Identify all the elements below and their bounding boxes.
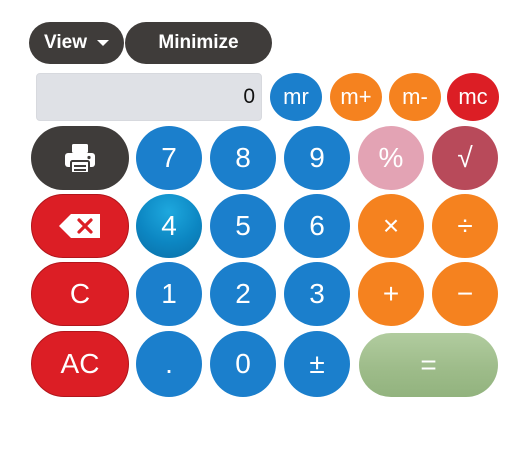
memory-add-label: m+ (340, 84, 372, 109)
backspace-icon (59, 214, 100, 238)
divide-label: ÷ (457, 210, 473, 241)
display-value: 0 (243, 85, 255, 108)
multiply-label: × (382, 210, 400, 241)
subtract-button[interactable]: − (432, 262, 498, 326)
digit-6-label: 6 (309, 210, 325, 241)
all-clear-button[interactable]: AC (31, 331, 129, 397)
multiply-button[interactable]: × (358, 194, 424, 258)
add-label: + (382, 278, 400, 309)
digit-9-label: 9 (309, 142, 325, 173)
memory-recall-label: mr (283, 84, 309, 109)
digit-3-button[interactable]: 3 (284, 262, 350, 326)
decimal-button[interactable]: . (136, 331, 202, 397)
clear-label: C (69, 278, 91, 309)
memory-subtract-button[interactable]: m- (389, 73, 441, 121)
calculator-display: 0 (36, 73, 262, 121)
decimal-label: . (165, 348, 173, 379)
digit-0-button[interactable]: 0 (210, 331, 276, 397)
digit-9-button[interactable]: 9 (284, 126, 350, 190)
equals-label: = (420, 349, 437, 380)
digit-5-button[interactable]: 5 (210, 194, 276, 258)
view-dropdown-button[interactable]: View (29, 22, 124, 64)
minimize-button-label: Minimize (158, 32, 239, 53)
memory-subtract-label: m- (402, 84, 428, 109)
printer-icon (65, 144, 95, 174)
digit-0-label: 0 (235, 348, 251, 379)
clear-button[interactable]: C (31, 262, 129, 326)
all-clear-label: AC (60, 348, 100, 379)
square-root-button[interactable]: √ (432, 126, 498, 190)
equals-button[interactable]: = (359, 333, 498, 397)
view-button-label: View (44, 32, 87, 53)
percent-button[interactable]: % (358, 126, 424, 190)
minimize-button[interactable]: Minimize (125, 22, 272, 64)
print-button[interactable] (31, 126, 129, 190)
subtract-label: − (456, 278, 474, 309)
memory-clear-label: mc (458, 84, 488, 109)
digit-8-label: 8 (235, 142, 251, 173)
percent-label: % (378, 142, 404, 173)
square-root-label: √ (457, 142, 473, 173)
plus-minus-label: ± (309, 348, 325, 379)
digit-5-label: 5 (235, 210, 251, 241)
digit-2-label: 2 (235, 278, 251, 309)
caret-down-icon (96, 40, 109, 46)
digit-7-button[interactable]: 7 (136, 126, 202, 190)
digit-3-label: 3 (309, 278, 325, 309)
digit-2-button[interactable]: 2 (210, 262, 276, 326)
digit-6-button[interactable]: 6 (284, 194, 350, 258)
digit-8-button[interactable]: 8 (210, 126, 276, 190)
memory-recall-button[interactable]: mr (270, 73, 322, 121)
digit-4-button[interactable]: 4 (136, 194, 202, 258)
memory-add-button[interactable]: m+ (330, 73, 382, 121)
plus-minus-button[interactable]: ± (284, 331, 350, 397)
digit-7-label: 7 (161, 142, 177, 173)
divide-button[interactable]: ÷ (432, 194, 498, 258)
backspace-button[interactable] (31, 194, 129, 258)
memory-clear-button[interactable]: mc (447, 73, 499, 121)
digit-1-label: 1 (161, 278, 177, 309)
digit-1-button[interactable]: 1 (136, 262, 202, 326)
digit-4-label: 4 (161, 210, 177, 241)
add-button[interactable]: + (358, 262, 424, 326)
